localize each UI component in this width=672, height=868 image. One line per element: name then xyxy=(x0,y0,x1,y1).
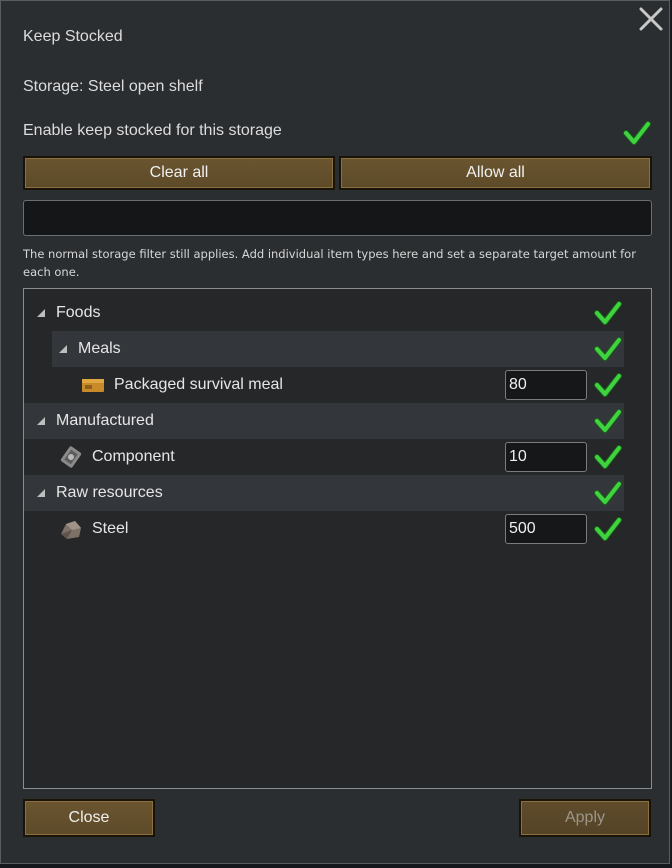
search-input[interactable] xyxy=(23,200,652,236)
apply-button[interactable]: Apply xyxy=(519,799,651,837)
allow-packaged-survival-meal-checkbox[interactable] xyxy=(594,372,622,398)
allow-all-button[interactable]: Allow all xyxy=(339,156,652,190)
collapse-triangle-icon[interactable] xyxy=(58,344,68,354)
tree-label-packaged-survival-meal: Packaged survival meal xyxy=(114,376,283,393)
storage-label: Storage: Steel open shelf xyxy=(23,78,203,95)
close-button[interactable]: Close xyxy=(23,799,155,837)
component-amount-input[interactable] xyxy=(505,442,587,472)
dialog-title: Keep Stocked xyxy=(23,28,123,45)
enable-keep-stocked-label: Enable keep stocked for this storage xyxy=(23,122,282,139)
allow-component-checkbox[interactable] xyxy=(594,444,622,470)
item-tree-list[interactable]: Foods Meals Packaged survival meal 80 Ma… xyxy=(23,288,652,789)
collapse-triangle-icon[interactable] xyxy=(36,416,46,426)
tree-label-foods: Foods xyxy=(56,304,101,321)
tree-row-manufactured[interactable]: Manufactured xyxy=(24,403,624,439)
packaged-survival-meal-amount-input[interactable] xyxy=(505,370,587,400)
collapse-triangle-icon[interactable] xyxy=(36,488,46,498)
allow-steel-checkbox[interactable] xyxy=(594,516,622,542)
storage-filter-note: The normal storage filter still applies.… xyxy=(23,247,636,279)
allow-foods-checkbox[interactable] xyxy=(594,300,622,326)
tree-label-manufactured: Manufactured xyxy=(56,412,154,429)
tree-label-meals: Meals xyxy=(78,340,121,357)
survival-meal-icon xyxy=(82,379,104,392)
enable-keep-stocked-checkbox[interactable] xyxy=(623,120,651,146)
tree-row-packaged-survival-meal[interactable]: Packaged survival meal xyxy=(24,367,624,403)
tree-label-raw-resources: Raw resources xyxy=(56,484,163,501)
allow-meals-checkbox[interactable] xyxy=(594,336,622,362)
tree-row-foods[interactable]: Foods xyxy=(24,295,624,331)
tree-row-raw-resources[interactable]: Raw resources xyxy=(24,475,624,511)
steel-amount-input[interactable] xyxy=(505,514,587,544)
steel-icon xyxy=(61,521,81,539)
tree-label-steel: Steel xyxy=(92,520,129,537)
collapse-triangle-icon[interactable] xyxy=(36,308,46,318)
keep-stocked-dialog: Keep Stocked Storage: Steel open shelf E… xyxy=(0,0,670,864)
close-icon[interactable] xyxy=(637,5,665,33)
tree-row-steel[interactable]: Steel xyxy=(24,511,624,547)
tree-row-meals[interactable]: Meals xyxy=(52,331,624,367)
allow-manufactured-checkbox[interactable] xyxy=(594,408,622,434)
tree-label-component: Component xyxy=(92,448,175,465)
clear-all-button[interactable]: Clear all xyxy=(23,156,335,190)
allow-raw-resources-checkbox[interactable] xyxy=(594,480,622,506)
component-icon xyxy=(60,446,82,468)
tree-row-component[interactable]: Component xyxy=(24,439,624,475)
